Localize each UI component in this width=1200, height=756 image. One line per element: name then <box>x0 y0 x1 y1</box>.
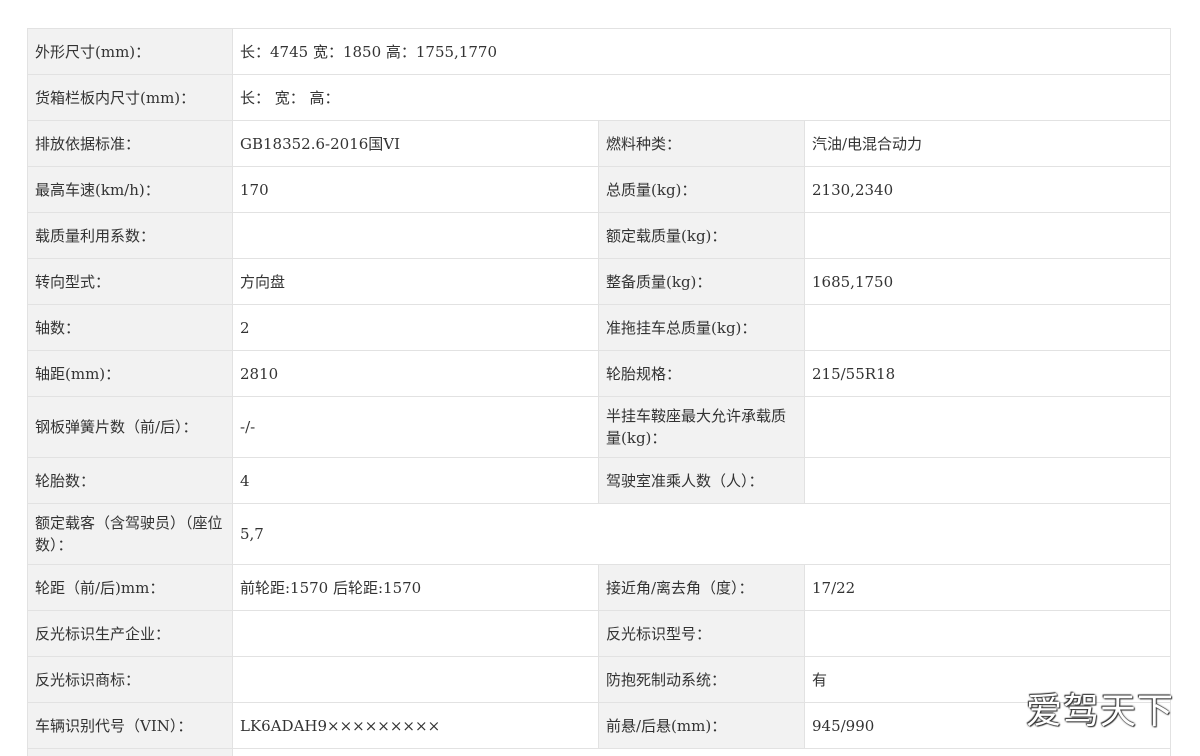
spec-label: 防抱死制动系统： <box>598 656 805 703</box>
spec-row-dimensions: 外形尺寸(mm)： 长：4745 宽：1850 高：1755,1770 <box>27 28 1171 75</box>
spec-value <box>804 396 1171 458</box>
spec-value: GB18352.6-2016国VI <box>232 120 599 167</box>
spec-row-axles-trailer: 轴数： 2 准拖挂车总质量(kg)： <box>27 304 1171 351</box>
spec-value: 长： 宽： 高： <box>232 74 1171 121</box>
spec-value: 方向盘 <box>232 258 599 305</box>
spec-value <box>232 212 599 259</box>
spec-value: -/- <box>232 396 599 458</box>
spec-row-reflector-maker: 反光标识生产企业： 反光标识型号： <box>27 610 1171 657</box>
spec-label: 准拖挂车总质量(kg)： <box>598 304 805 351</box>
spec-value <box>232 656 599 703</box>
spec-row-seats: 额定载客（含驾驶员）（座位数）： 5,7 <box>27 503 1171 565</box>
spec-label: 轴距(mm)： <box>27 350 233 397</box>
spec-value: LK6ADAH9××××××××× <box>232 702 599 749</box>
spec-label: 转向型式： <box>27 258 233 305</box>
spec-value: 2810 <box>232 350 599 397</box>
spec-label: 轮胎数： <box>27 457 233 504</box>
spec-value <box>804 212 1171 259</box>
spec-value: 2130,2340 <box>804 166 1171 213</box>
spec-row-track-angles: 轮距（前/后)mm： 前轮距:1570 后轮距:1570 接近角/离去角（度）：… <box>27 564 1171 611</box>
spec-value: 4 <box>232 457 599 504</box>
spec-label: 货箱栏板内尺寸(mm)： <box>27 74 233 121</box>
spec-value: 5,7 <box>232 503 1171 565</box>
spec-value: 17/22 <box>804 564 1171 611</box>
spec-row-partial <box>27 748 1171 756</box>
spec-label: 轮距（前/后)mm： <box>27 564 233 611</box>
spec-label: 轮胎规格： <box>598 350 805 397</box>
spec-row-reflector-abs: 反光标识商标： 防抱死制动系统： 有 <box>27 656 1171 703</box>
spec-label: 载质量利用系数： <box>27 212 233 259</box>
spec-label: 排放依据标准： <box>27 120 233 167</box>
spec-label: 额定载质量(kg)： <box>598 212 805 259</box>
spec-label: 额定载客（含驾驶员）（座位数）： <box>27 503 233 565</box>
spec-label: 外形尺寸(mm)： <box>27 28 233 75</box>
spec-row-emission-fuel: 排放依据标准： GB18352.6-2016国VI 燃料种类： 汽油/电混合动力 <box>27 120 1171 167</box>
spec-label: 接近角/离去角（度）： <box>598 564 805 611</box>
spec-value <box>804 304 1171 351</box>
spec-value: 前轮距:1570 后轮距:1570 <box>232 564 599 611</box>
spec-value: 汽油/电混合动力 <box>804 120 1171 167</box>
spec-label: 反光标识生产企业： <box>27 610 233 657</box>
spec-value <box>232 748 1171 756</box>
spec-label: 燃料种类： <box>598 120 805 167</box>
spec-row-load: 载质量利用系数： 额定载质量(kg)： <box>27 212 1171 259</box>
spec-value: 1685,1750 <box>804 258 1171 305</box>
spec-label: 钢板弹簧片数（前/后）： <box>27 396 233 458</box>
spec-value <box>804 610 1171 657</box>
site-watermark: 爱驾天下 <box>1026 691 1175 732</box>
spec-row-wheelbase-tire: 轴距(mm)： 2810 轮胎规格： 215/55R18 <box>27 350 1171 397</box>
spec-value: 170 <box>232 166 599 213</box>
spec-label: 前悬/后悬(mm)： <box>598 702 805 749</box>
spec-row-spring-saddle: 钢板弹簧片数（前/后）： -/- 半挂车鞍座最大允许承载质量(kg)： <box>27 396 1171 458</box>
spec-label: 轴数： <box>27 304 233 351</box>
spec-row-tires-cab: 轮胎数： 4 驾驶室准乘人数（人）： <box>27 457 1171 504</box>
spec-value <box>232 610 599 657</box>
spec-label: 半挂车鞍座最大允许承载质量(kg)： <box>598 396 805 458</box>
spec-label: 反光标识型号： <box>598 610 805 657</box>
spec-value: 2 <box>232 304 599 351</box>
spec-value: 长：4745 宽：1850 高：1755,1770 <box>232 28 1171 75</box>
spec-label: 整备质量(kg)： <box>598 258 805 305</box>
vehicle-spec-table: 外形尺寸(mm)： 长：4745 宽：1850 高：1755,1770 货箱栏板… <box>27 28 1171 756</box>
spec-value <box>804 457 1171 504</box>
spec-label: 最高车速(km/h)： <box>27 166 233 213</box>
spec-label <box>27 748 233 756</box>
spec-value: 215/55R18 <box>804 350 1171 397</box>
spec-row-speed-mass: 最高车速(km/h)： 170 总质量(kg)： 2130,2340 <box>27 166 1171 213</box>
spec-row-vin-overhang: 车辆识别代号（VIN）： LK6ADAH9××××××××× 前悬/后悬(mm)… <box>27 702 1171 749</box>
spec-label: 总质量(kg)： <box>598 166 805 213</box>
spec-row-steering-curb: 转向型式： 方向盘 整备质量(kg)： 1685,1750 <box>27 258 1171 305</box>
spec-label: 车辆识别代号（VIN）： <box>27 702 233 749</box>
spec-label: 驾驶室准乘人数（人）： <box>598 457 805 504</box>
spec-row-cargo-box-size: 货箱栏板内尺寸(mm)： 长： 宽： 高： <box>27 74 1171 121</box>
spec-label: 反光标识商标： <box>27 656 233 703</box>
